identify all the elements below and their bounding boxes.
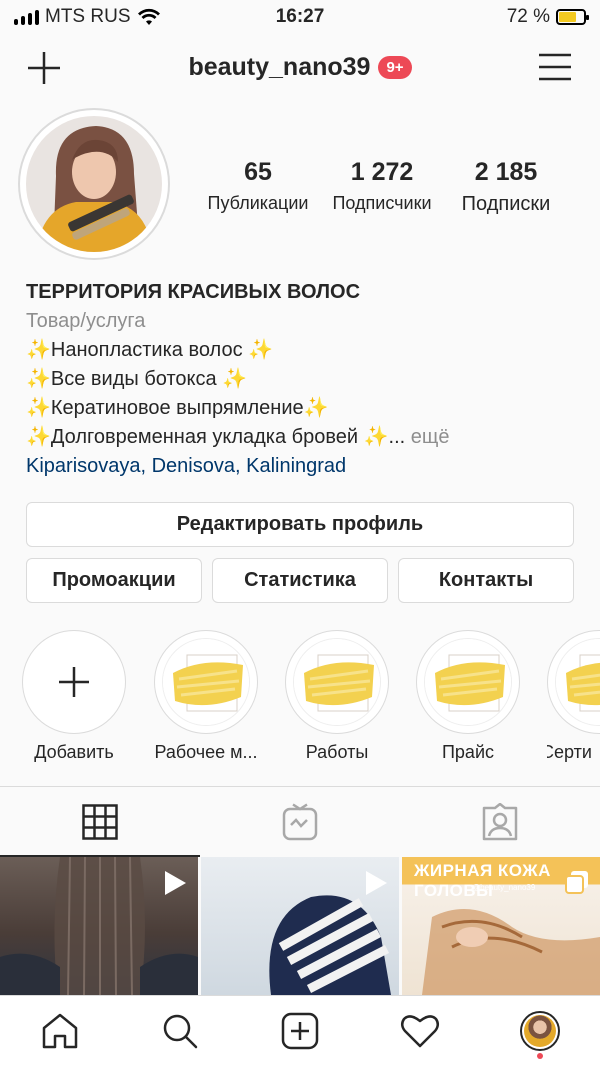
statistics-button[interactable]: Статистика: [212, 558, 388, 603]
username-title[interactable]: beauty_nano39: [188, 53, 370, 82]
post-tile[interactable]: [0, 857, 198, 995]
stat-value: 1 272: [350, 158, 414, 186]
highlight-label: Серти: [547, 742, 592, 762]
avatar-image: [26, 116, 162, 252]
highlight-label: Рабочее м...: [154, 742, 258, 762]
highlight-circle: [154, 630, 258, 734]
hamburger-menu-icon[interactable]: [538, 52, 572, 82]
nav-home[interactable]: [30, 1001, 90, 1061]
nav-new-post[interactable]: [270, 1001, 330, 1061]
edit-profile-button[interactable]: Редактировать профиль: [26, 502, 574, 547]
contacts-button[interactable]: Контакты: [398, 558, 574, 603]
profile-avatar[interactable]: [18, 108, 170, 260]
highlight-item[interactable]: Работы: [285, 630, 389, 763]
highlight-label: Добавить: [34, 742, 114, 762]
tab-tagged[interactable]: [400, 787, 600, 857]
profile-avatar-icon: [520, 1011, 560, 1051]
highlight-circle: [285, 630, 389, 734]
bio-line: ✨Долговременная укладка бровей ✨: [26, 426, 389, 448]
profile-category: Товар/услуга: [26, 310, 146, 332]
highlight-circle: [416, 630, 520, 734]
tagged-icon: [482, 803, 518, 841]
nav-profile[interactable]: [510, 1001, 570, 1061]
highlight-circle: [22, 630, 126, 734]
gold-brush-cover: [555, 638, 600, 726]
notification-dot: [537, 1053, 543, 1059]
bio-more-link[interactable]: ещё: [411, 426, 450, 448]
stat-followers[interactable]: 1 272 Подписчики: [320, 158, 444, 216]
status-right: 72 %: [506, 6, 589, 28]
stat-label: Подписчики: [332, 193, 432, 213]
battery-percent: 72 %: [506, 6, 550, 27]
status-bar: MTS RUS 16:27 72 %: [0, 0, 600, 34]
post-caption-sub: @beauty_nano39: [472, 883, 536, 892]
tab-igtv[interactable]: [200, 787, 400, 857]
gold-brush-cover: [162, 638, 250, 726]
wifi-icon: [137, 8, 160, 25]
promotions-button[interactable]: Промоакции: [26, 558, 202, 603]
profile-header: beauty_nano39 9+: [0, 40, 600, 94]
stat-value: 2 185: [474, 158, 538, 186]
nav-search[interactable]: [150, 1001, 210, 1061]
bio-line: ✨Все виды ботокса ✨: [26, 368, 248, 390]
highlight-item[interactable]: Прайс: [416, 630, 520, 763]
search-icon: [163, 1014, 198, 1049]
heart-icon: [401, 1015, 439, 1048]
video-play-icon: [165, 871, 186, 895]
profile-stats: 65 Публикации 1 272 Подписчики 2 185 Под…: [196, 158, 568, 216]
stat-label: Подписки: [461, 193, 551, 215]
bio-ellipsis: ...: [388, 426, 411, 448]
nav-activity[interactable]: [390, 1001, 450, 1061]
status-left: MTS RUS: [14, 6, 507, 28]
carousel-icon: [565, 871, 588, 894]
home-icon: [42, 1013, 78, 1049]
profile-location-link[interactable]: Kiparisovaya, Denisova, Kaliningrad: [26, 452, 586, 481]
grid-icon: [82, 804, 118, 840]
signal-icon: [14, 9, 39, 25]
new-post-icon: [281, 1012, 319, 1050]
new-post-plus-icon[interactable]: [26, 50, 62, 86]
highlight-label: Прайс: [441, 742, 494, 762]
stat-label: Публикации: [207, 193, 309, 213]
stat-value: 65: [244, 158, 272, 186]
gold-brush-cover: [424, 638, 512, 726]
battery-icon: [556, 9, 589, 25]
stat-posts[interactable]: 65 Публикации: [196, 158, 320, 216]
bottom-navigation: [0, 995, 600, 1066]
highlight-label: Работы: [305, 742, 369, 762]
stat-following[interactable]: 2 185 Подписки: [444, 158, 568, 216]
profile-bio: ТЕРРИТОРИЯ КРАСИВЫХ ВОЛОС Товар/услуга ✨…: [26, 278, 586, 481]
highlight-item[interactable]: Рабочее м...: [154, 630, 258, 763]
bio-line-last: ✨Долговременная укладка бровей ✨... ещё: [26, 423, 586, 452]
carrier-name: MTS RUS: [45, 6, 131, 27]
highlight-circle: [547, 630, 600, 734]
bio-line: ✨Нанопластика волос ✨: [26, 339, 274, 361]
add-icon: [59, 667, 89, 697]
tab-grid[interactable]: [0, 787, 200, 857]
gold-brush-cover: [293, 638, 381, 726]
profile-tabs: [0, 787, 600, 857]
bio-line: ✨Кератиновое выпрямление✨: [26, 397, 329, 419]
post-tile[interactable]: [201, 857, 399, 995]
highlight-add[interactable]: Добавить: [22, 630, 126, 763]
profile-display-name: ТЕРРИТОРИЯ КРАСИВЫХ ВОЛОС: [26, 281, 361, 303]
video-play-icon: [366, 871, 387, 895]
highlight-item[interactable]: Серти: [547, 630, 600, 763]
igtv-icon: [282, 803, 318, 841]
notification-badge[interactable]: 9+: [378, 55, 412, 79]
posts-grid: ЖИРНАЯ КОЖА ГОЛОВЫ @beauty_nano39: [0, 857, 600, 995]
post-tile[interactable]: ЖИРНАЯ КОЖА ГОЛОВЫ @beauty_nano39: [402, 857, 600, 995]
